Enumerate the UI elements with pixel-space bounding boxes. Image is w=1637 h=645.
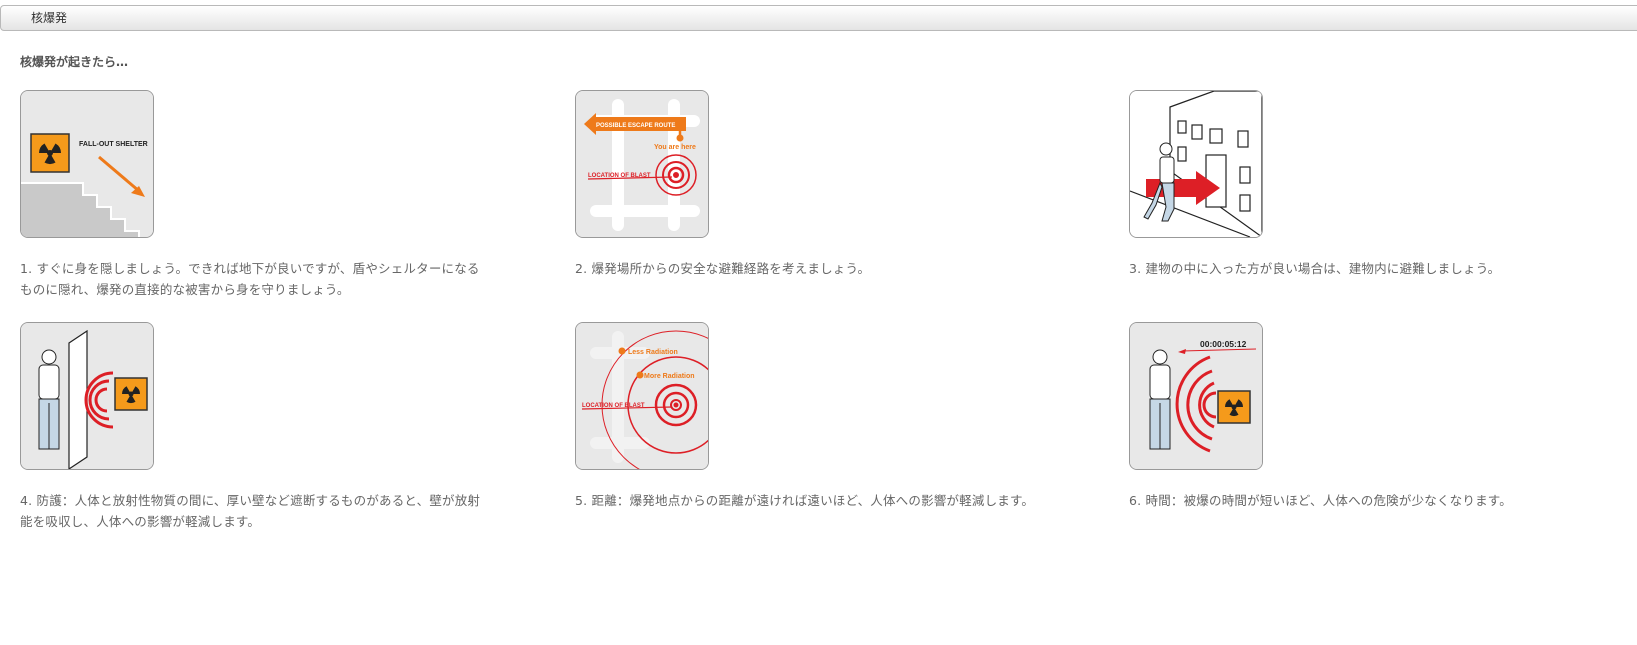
step-card-1: FALL-OUT SHELTER 1. すぐに身を隠しましょう。できれば地下が良… [20, 90, 490, 300]
distance-illustration: Less Radiation More Radiation LOCATION O… [575, 322, 709, 470]
step-caption-3: 3. 建物の中に入った方が良い場合は、建物内に避難しましょう。 [1129, 261, 1501, 276]
step-card-3: 3. 建物の中に入った方が良い場合は、建物内に避難しましょう。 [1129, 90, 1599, 279]
shelter-illustration: FALL-OUT SHELTER [20, 90, 154, 238]
less-radiation-label: Less Radiation [628, 349, 678, 356]
blast-label: LOCATION OF BLAST [588, 173, 651, 179]
more-radiation-label: More Radiation [644, 373, 695, 380]
step-card-5: Less Radiation More Radiation LOCATION O… [575, 322, 1045, 511]
radiation-icon [114, 377, 148, 411]
step-card-2: POSSIBLE ESCAPE ROUTE You are here LOCAT… [575, 90, 1045, 279]
blast-label: LOCATION OF BLAST [582, 403, 645, 409]
step-caption-2: 2. 爆発場所からの安全な避難経路を考えましょう。 [575, 261, 871, 276]
target-icon [655, 154, 697, 196]
wall-icon [68, 329, 88, 469]
sign-label: FALL-OUT SHELTER [79, 141, 148, 148]
radiation-icon [1217, 390, 1251, 424]
step-caption-1: 1. すぐに身を隠しましょう。できれば地下が良いですが、盾やシェルターになるもの… [20, 261, 480, 297]
radiation-icon [30, 133, 70, 173]
step-card-4: 4. 防護：人体と放射性物質の間に、厚い壁など遮断するものがあると、壁が放射能を… [20, 322, 490, 532]
timer-label: 00:00:05:12 [1200, 339, 1247, 349]
step-caption-5: 5. 距離：爆発地点からの距離が遠ければ遠いほど、人体への影響が軽減します。 [575, 493, 1035, 508]
header-title: 核爆発 [31, 11, 68, 25]
time-illustration: 00:00:05:12 [1129, 322, 1263, 470]
step-caption-4: 4. 防護：人体と放射性物質の間に、厚い壁など遮断するものがあると、壁が放射能を… [20, 493, 481, 529]
step-card-6: 00:00:05:12 6. 時間：被爆の時間が短いほど、人体への危険が少なくな… [1129, 322, 1599, 511]
person-icon [1149, 349, 1171, 450]
you-are-here-label: You are here [654, 144, 696, 151]
step-caption-6: 6. 時間：被爆の時間が短いほど、人体への危険が少なくなります。 [1129, 493, 1512, 508]
shielding-illustration [20, 322, 154, 470]
route-label: POSSIBLE ESCAPE ROUTE [596, 123, 675, 129]
person-icon [38, 349, 60, 450]
building-illustration [1129, 90, 1263, 238]
escape-route-illustration: POSSIBLE ESCAPE ROUTE You are here LOCAT… [575, 90, 709, 238]
section-heading: 核爆発が起きたら… [20, 55, 129, 69]
header-bar: 核爆発 [0, 5, 1637, 31]
